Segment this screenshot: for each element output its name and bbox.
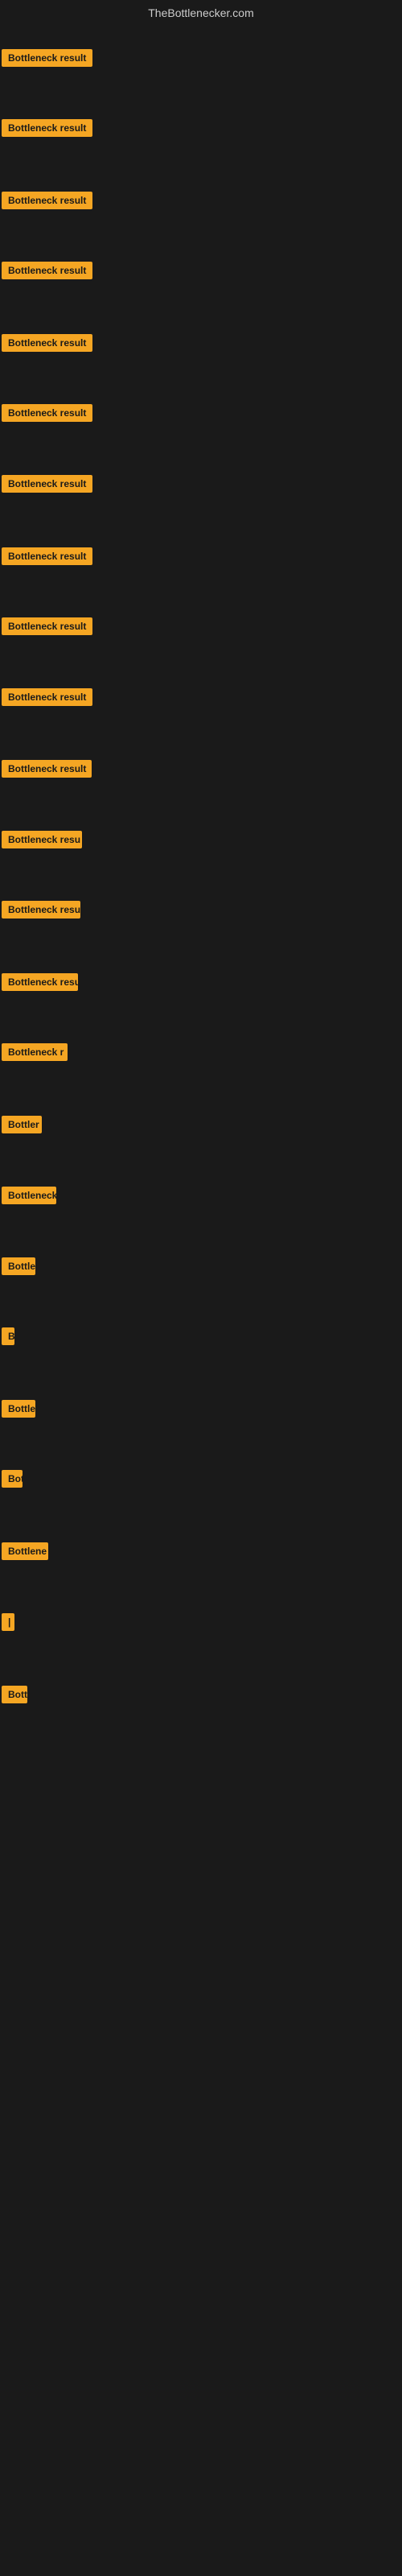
bottleneck-result-item: Bottleneck resu	[2, 899, 80, 924]
bottleneck-badge: Bottleneck result	[2, 760, 92, 778]
bottleneck-items-container: Bottleneck result Bottleneck result Bottle…	[0, 26, 402, 1958]
bottleneck-badge: Bot	[2, 1470, 23, 1488]
bottleneck-badge: Bottleneck result	[2, 475, 92, 493]
bottleneck-result-item: Bottleneck result	[2, 260, 92, 285]
bottleneck-badge: Bottleneck result	[2, 617, 92, 635]
bottleneck-badge: Bottleneck resu	[2, 973, 78, 991]
bottleneck-result-item: Bottler	[2, 1114, 42, 1139]
bottleneck-result-item: Bottleneck result	[2, 758, 92, 783]
bottleneck-result-item: Bott	[2, 1684, 27, 1709]
bottleneck-badge: Bottleneck result	[2, 119, 92, 137]
bottleneck-badge: Bottler	[2, 1116, 42, 1133]
bottleneck-badge: Bottle	[2, 1257, 35, 1275]
bottleneck-badge: Bottlene	[2, 1542, 48, 1560]
bottleneck-badge: Bottleneck r	[2, 1043, 68, 1061]
bottleneck-result-item: Bottleneck result	[2, 402, 92, 427]
bottleneck-result-item: Bottleneck result	[2, 687, 92, 712]
bottleneck-result-item: Bottleneck result	[2, 47, 92, 72]
bottleneck-badge: B	[2, 1327, 14, 1345]
bottleneck-badge: Bottleneck result	[2, 404, 92, 422]
bottleneck-result-item: Bottleneck	[2, 1185, 56, 1210]
bottleneck-badge: Bottleneck resu	[2, 901, 80, 919]
bottleneck-result-item: Bottlene	[2, 1541, 48, 1566]
bottleneck-badge: Bottle	[2, 1400, 35, 1418]
bottleneck-badge: Bottleneck	[2, 1187, 56, 1204]
bottleneck-result-item: Bot	[2, 1468, 23, 1493]
site-title-bar: TheBottlenecker.com	[0, 0, 402, 26]
bottleneck-result-item: |	[2, 1612, 14, 1637]
bottleneck-result-item: Bottleneck result	[2, 332, 92, 357]
bottleneck-result-item: Bottleneck result	[2, 118, 92, 142]
bottleneck-result-item: Bottleneck resu	[2, 972, 78, 997]
bottleneck-result-item: Bottleneck result	[2, 616, 92, 641]
bottleneck-badge: Bottleneck result	[2, 688, 92, 706]
bottleneck-badge: Bott	[2, 1686, 27, 1703]
bottleneck-badge: Bottleneck result	[2, 49, 92, 67]
bottleneck-badge: Bottleneck result	[2, 192, 92, 209]
bottleneck-result-item: B	[2, 1326, 14, 1351]
bottleneck-result-item: Bottle	[2, 1256, 35, 1281]
bottleneck-result-item: Bottleneck result	[2, 473, 92, 498]
bottleneck-badge: Bottleneck result	[2, 334, 92, 352]
bottleneck-result-item: Bottleneck result	[2, 546, 92, 571]
bottleneck-badge: Bottleneck resu	[2, 831, 82, 848]
bottleneck-badge: |	[2, 1613, 14, 1631]
site-title: TheBottlenecker.com	[0, 0, 402, 26]
bottleneck-result-item: Bottleneck r	[2, 1042, 68, 1067]
bottleneck-result-item: Bottleneck resu	[2, 829, 82, 854]
bottleneck-badge: Bottleneck result	[2, 262, 92, 279]
bottleneck-result-item: Bottleneck result	[2, 190, 92, 215]
bottleneck-result-item: Bottle	[2, 1398, 35, 1423]
bottleneck-badge: Bottleneck result	[2, 547, 92, 565]
